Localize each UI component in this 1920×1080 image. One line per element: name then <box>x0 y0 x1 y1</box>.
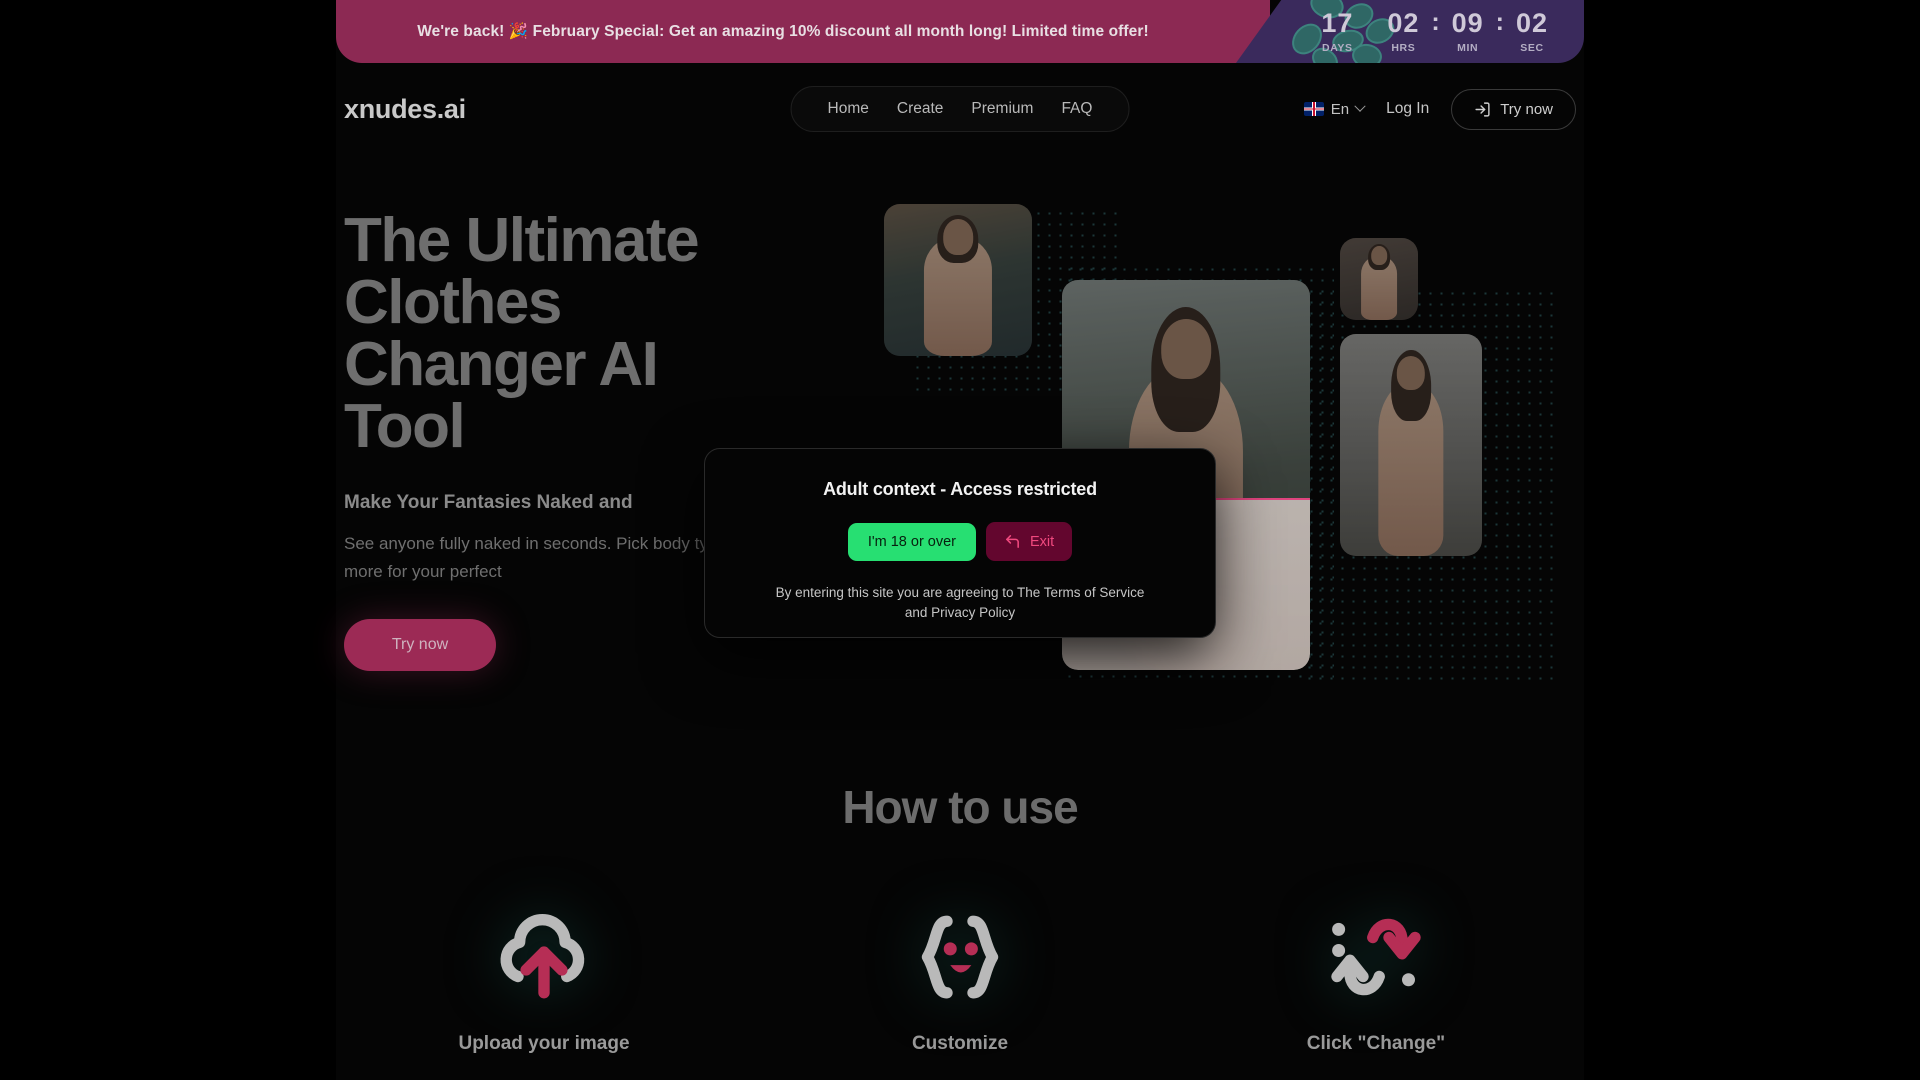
left-letterbox <box>0 0 336 1080</box>
how-to-use-section: How to use Upload your image Customize C… <box>336 780 1584 1055</box>
promo-banner[interactable]: We're back! 🎉 February Special: Get an a… <box>336 0 1584 63</box>
promo-message: We're back! 🎉 February Special: Get an a… <box>417 23 1149 40</box>
confirm-age-button[interactable]: I'm 18 or over <box>847 522 977 561</box>
uk-flag-icon <box>1303 102 1324 116</box>
step-click-change: Click "Change" <box>1226 894 1526 1055</box>
language-selector[interactable]: En <box>1303 100 1366 118</box>
step-2-label: Customize <box>911 1033 1009 1054</box>
hero-try-now-button[interactable]: Try now <box>344 619 496 672</box>
timer-hours: 02 HRS <box>1379 7 1427 54</box>
site-header: xnudes.ai Home Create Premium FAQ En Log… <box>336 80 1584 138</box>
header-actions: En Log In Try now <box>1303 88 1576 130</box>
swap-arrows-icon <box>1226 894 1526 1019</box>
gallery-image-1[interactable] <box>884 204 1032 356</box>
right-letterbox <box>1584 0 1920 1080</box>
how-to-use-title: How to use <box>842 781 1078 833</box>
language-label: En <box>1330 100 1350 118</box>
timer-days-value: 17 <box>1321 7 1354 38</box>
timer-separator-1: : <box>1431 7 1440 36</box>
login-arrow-icon <box>1475 101 1490 117</box>
undo-arrow-icon <box>1006 535 1019 548</box>
timer-days-label: DAYS <box>1322 41 1353 54</box>
gallery-image-3-thumbnail <box>1340 238 1418 320</box>
site-logo[interactable]: xnudes.ai <box>344 94 466 125</box>
modal-title: Adult context - Access restricted <box>823 479 1097 499</box>
header-try-now-label: Try now <box>1500 100 1553 118</box>
gallery-image-1-thumbnail <box>884 204 1032 356</box>
countdown-timer: 17 DAYS 02 HRS : 09 MIN : 02 SEC <box>1236 0 1584 63</box>
chevron-down-icon <box>1354 100 1366 112</box>
promo-message-area: We're back! 🎉 February Special: Get an a… <box>336 0 1270 63</box>
header-try-now-button[interactable]: Try now <box>1451 88 1576 130</box>
page-canvas: We're back! 🎉 February Special: Get an a… <box>0 0 1920 1080</box>
nav-item-home[interactable]: Home <box>828 100 869 118</box>
exit-button-label: Exit <box>1030 533 1055 550</box>
modal-actions: I'm 18 or over Exit <box>847 522 1073 561</box>
timer-hours-label: HRS <box>1391 41 1416 54</box>
step-1-label: Upload your image <box>458 1033 630 1054</box>
gallery-image-3[interactable] <box>1340 238 1418 320</box>
timer-values: 17 DAYS 02 HRS : 09 MIN : 02 SEC <box>1313 7 1556 54</box>
timer-minutes-value: 09 <box>1451 7 1484 38</box>
nav-item-premium[interactable]: Premium <box>971 100 1033 118</box>
timer-seconds: 02 SEC <box>1508 7 1556 54</box>
step-upload-your-image: Upload your image <box>394 894 694 1055</box>
curly-braces-face-icon <box>810 894 1110 1019</box>
modal-terms-text: By entering this site you are agreeing t… <box>775 585 1145 620</box>
timer-minutes: 09 MIN <box>1444 7 1492 54</box>
timer-minutes-label: MIN <box>1457 41 1479 54</box>
timer-seconds-label: SEC <box>1520 41 1544 54</box>
step-3-label: Click "Change" <box>1306 1033 1446 1054</box>
nav-item-create[interactable]: Create <box>897 100 944 118</box>
login-link[interactable]: Log In <box>1386 100 1429 118</box>
age-verification-modal: Adult context - Access restricted I'm 18… <box>704 448 1216 638</box>
timer-hours-value: 02 <box>1387 7 1420 38</box>
nav-item-faq[interactable]: FAQ <box>1061 100 1092 118</box>
timer-separator-2: : <box>1495 7 1504 36</box>
timer-seconds-value: 02 <box>1515 7 1549 38</box>
main-navigation: Home Create Premium FAQ <box>790 86 1130 132</box>
gallery-image-4-thumbnail <box>1340 334 1482 556</box>
hero-heading: The Ultimate Clothes Changer AI Tool <box>344 206 700 461</box>
how-to-use-steps: Upload your image Customize Click "Chang… <box>336 894 1584 1055</box>
step-customize: Customize <box>810 894 1110 1055</box>
timer-days: 17 DAYS <box>1313 7 1361 54</box>
exit-button[interactable]: Exit <box>986 522 1073 561</box>
cloud-upload-icon <box>394 894 694 1019</box>
gallery-image-4[interactable] <box>1340 334 1482 556</box>
